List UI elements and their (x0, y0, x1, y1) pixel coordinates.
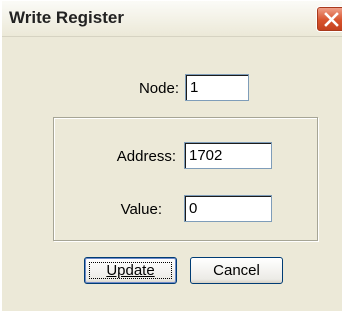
cancel-button-label: Cancel (213, 262, 260, 279)
dialog-title: Write Register (9, 8, 124, 27)
close-icon (324, 12, 339, 27)
node-input[interactable] (185, 74, 249, 101)
cancel-button[interactable]: Cancel (190, 257, 283, 284)
address-input[interactable] (184, 142, 272, 169)
close-button[interactable] (316, 6, 342, 32)
value-input[interactable] (184, 195, 272, 222)
address-label: Address: (116, 148, 176, 165)
node-label: Node: (138, 80, 179, 97)
write-register-dialog: Write Register Node: Address: Value: Upd… (0, 0, 342, 311)
register-group-box (53, 117, 318, 241)
title-bar[interactable]: Write Register (2, 1, 342, 37)
value-label: Value: (120, 201, 162, 218)
update-button-label: Update (106, 262, 155, 279)
update-button[interactable]: Update (84, 257, 177, 284)
